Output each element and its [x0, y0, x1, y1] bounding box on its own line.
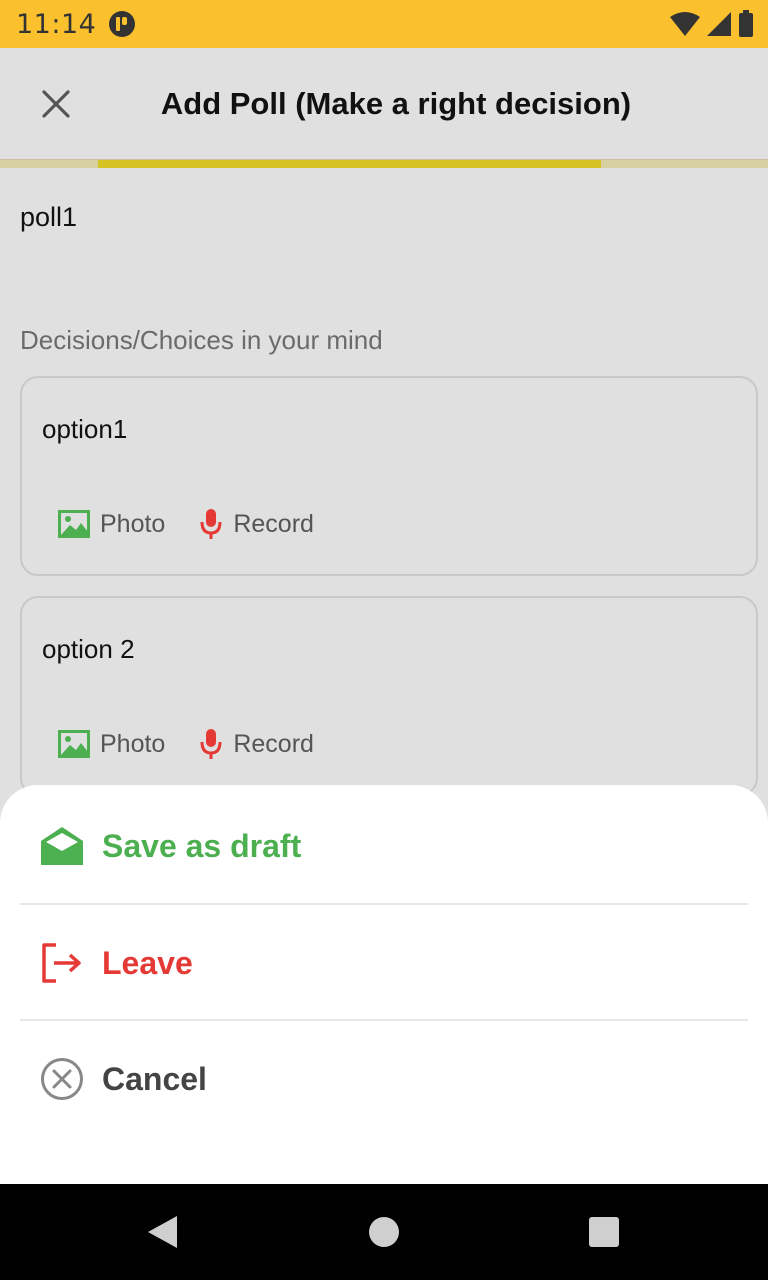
- microphone-icon: [200, 509, 222, 539]
- photo-label: Photo: [100, 509, 166, 538]
- record-label: Record: [233, 729, 314, 758]
- cancel-circle-icon: [41, 1058, 83, 1100]
- progress-fill: [98, 160, 601, 168]
- record-button[interactable]: Record: [199, 508, 314, 540]
- record-button[interactable]: Record: [199, 728, 314, 760]
- poll-title-input[interactable]: poll1: [20, 202, 77, 233]
- status-bar: 11:14: [0, 0, 768, 48]
- home-circle-icon: [369, 1217, 399, 1247]
- page-title: Add Poll (Make a right decision): [160, 86, 632, 121]
- save-as-draft-label: Save as draft: [102, 827, 302, 864]
- option-card: option1 Photo Record: [20, 376, 758, 576]
- back-nav-button[interactable]: [142, 1212, 182, 1252]
- image-icon: [58, 730, 90, 758]
- leave-button[interactable]: Leave: [20, 905, 748, 1021]
- app-notification-icon: [109, 11, 135, 37]
- status-icons: [670, 10, 754, 38]
- status-time: 11:14: [16, 9, 97, 40]
- action-sheet: Save as draft Leave Cancel: [0, 785, 768, 1185]
- home-nav-button[interactable]: [364, 1212, 404, 1252]
- option-card: option 2 Photo Record: [20, 596, 758, 796]
- photo-button[interactable]: Photo: [58, 730, 165, 759]
- app-bar: Add Poll (Make a right decision): [0, 48, 768, 160]
- record-label: Record: [233, 509, 314, 538]
- battery-icon: [739, 10, 753, 37]
- recents-square-icon: [589, 1217, 619, 1247]
- cell-signal-icon: [707, 12, 731, 36]
- save-as-draft-button[interactable]: Save as draft: [20, 788, 748, 904]
- cancel-button[interactable]: Cancel: [20, 1021, 748, 1137]
- microphone-icon: [200, 729, 222, 759]
- leave-exit-icon: [42, 943, 81, 983]
- photo-label: Photo: [100, 729, 166, 758]
- leave-label: Leave: [102, 944, 193, 981]
- image-icon: [58, 510, 90, 538]
- back-triangle-icon: [148, 1216, 177, 1248]
- option-input[interactable]: option1: [42, 414, 127, 445]
- photo-button[interactable]: Photo: [58, 510, 165, 539]
- wifi-icon: [670, 12, 700, 36]
- section-label: Decisions/Choices in your mind: [20, 325, 383, 355]
- option-input[interactable]: option 2: [42, 634, 135, 665]
- draft-envelope-icon: [41, 827, 83, 865]
- recents-nav-button[interactable]: [584, 1212, 624, 1252]
- progress-bar: [0, 159, 768, 168]
- navigation-bar: [0, 1184, 768, 1280]
- cancel-label: Cancel: [102, 1060, 207, 1097]
